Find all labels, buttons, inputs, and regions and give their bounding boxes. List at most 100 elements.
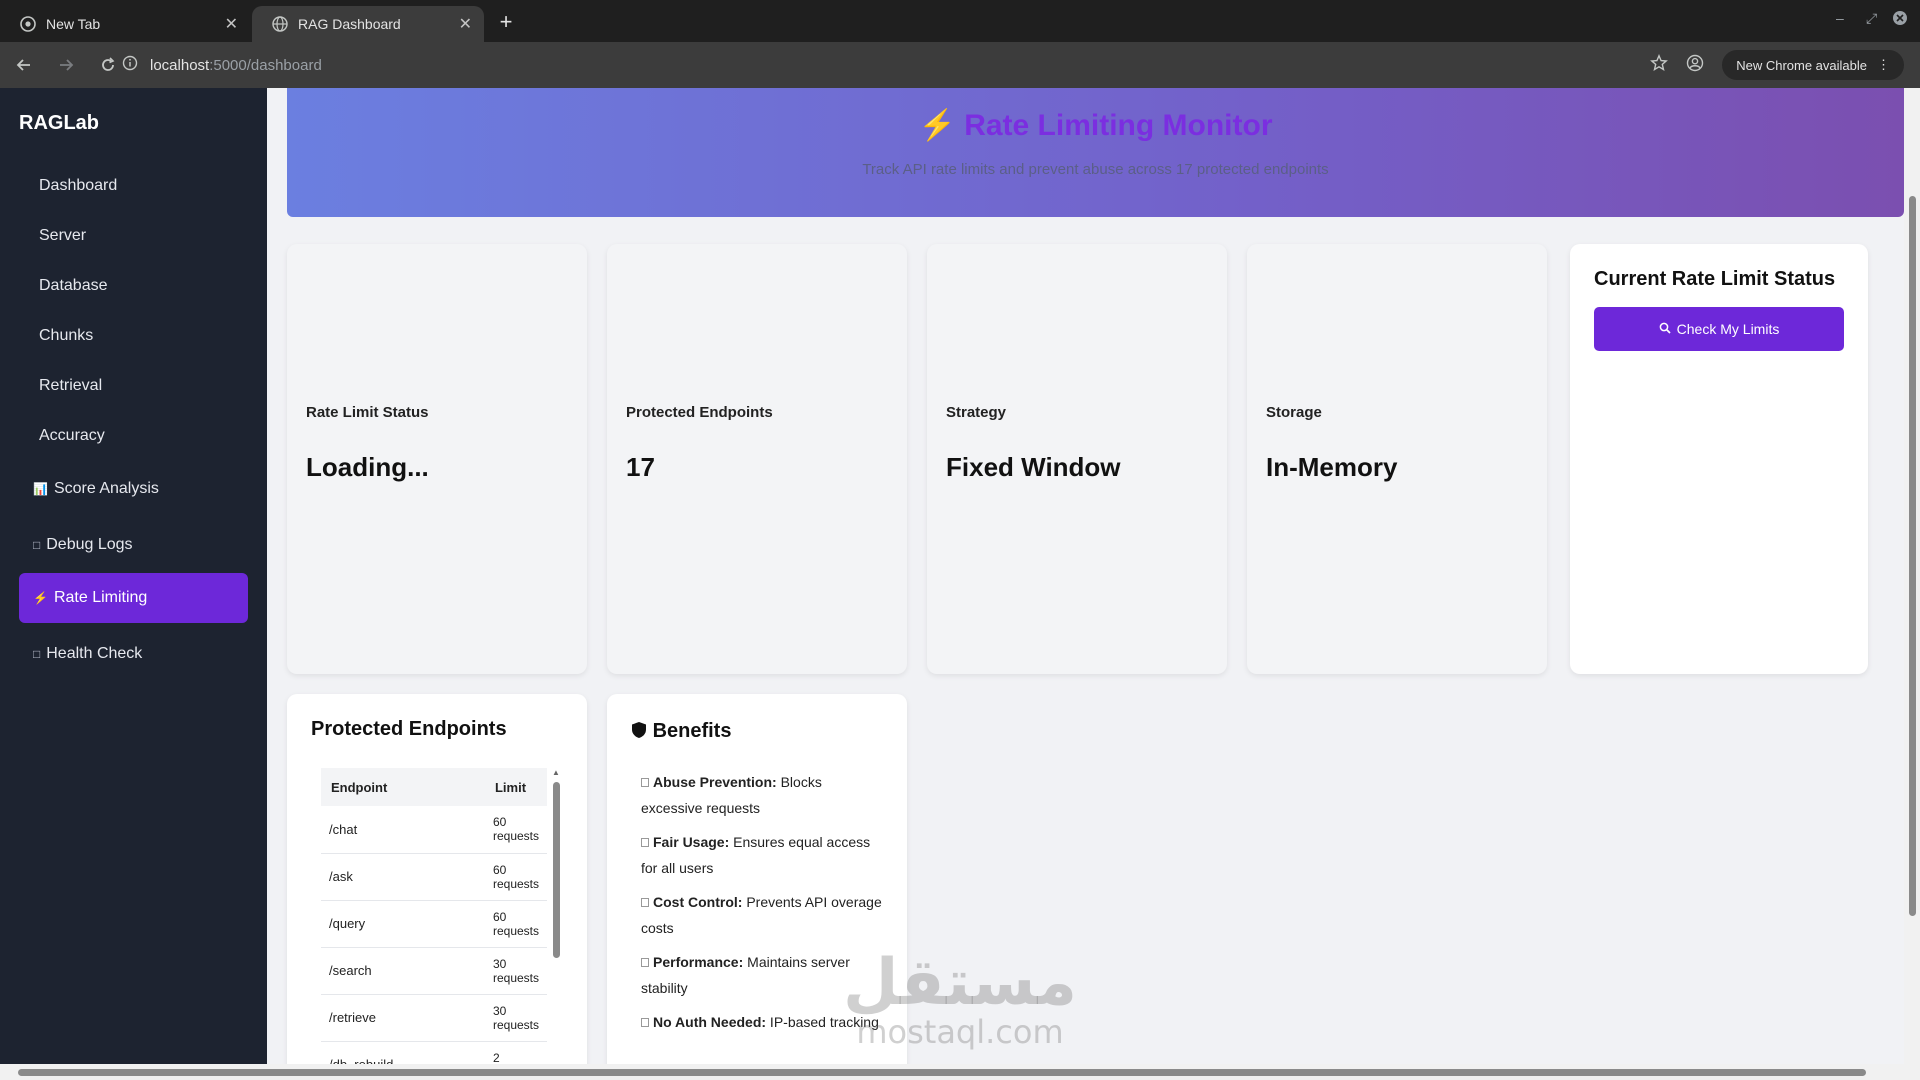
limit-unit: requests — [492, 829, 539, 844]
tab-title: RAG Dashboard — [298, 16, 401, 32]
stat-value: Fixed Window — [946, 452, 1121, 482]
endpoint-cell: /search — [321, 947, 485, 995]
check-my-limits-button[interactable]: Check My Limits — [1594, 307, 1844, 351]
sidebar-item-label: Chunks — [39, 327, 94, 344]
sidebar-item-dashboard[interactable]: Dashboard — [19, 161, 248, 211]
scrollbar-thumb[interactable] — [553, 782, 560, 958]
stat-label: Protected Endpoints — [626, 404, 773, 421]
stat-label: Storage — [1266, 404, 1322, 421]
table-row: /chat 60 requests — [321, 806, 547, 854]
checkbox-glyph-icon — [641, 838, 649, 847]
tab-title: New Tab — [46, 16, 101, 32]
current-status-card: Current Rate Limit Status Check My Limit… — [1570, 244, 1868, 674]
new-tab-button[interactable]: + — [492, 8, 520, 36]
limit-number: 30 — [492, 956, 507, 971]
sidebar-item-label: Score Analysis — [53, 480, 159, 497]
column-header-limit: Limit — [484, 768, 547, 806]
debug-logs-icon: □ — [33, 538, 41, 552]
sidebar-item-retrieval[interactable]: Retrieval — [19, 361, 248, 411]
list-item: Fair Usage: Ensures equal access for all… — [641, 829, 883, 881]
sidebar-item-label: Database — [39, 277, 108, 294]
benefit-title: No Auth Needed: — [653, 1014, 767, 1030]
table-header-row: Endpoint Limit — [321, 768, 547, 806]
limit-cell: 30 requests — [484, 994, 547, 1042]
forward-icon[interactable] — [48, 47, 84, 83]
page-vertical-scrollbar[interactable] — [1904, 88, 1920, 1064]
close-tab-icon[interactable]: ✕ — [459, 14, 472, 34]
endpoint-cell: /query — [321, 900, 485, 948]
minimize-icon[interactable]: – — [1836, 10, 1844, 26]
restore-icon[interactable]: ⤢ — [1866, 10, 1877, 27]
limit-cell: 30 requests — [484, 947, 547, 995]
sidebar-item-label: Accuracy — [39, 427, 105, 444]
sidebar-item-debug-logs[interactable]: □ Debug Logs — [19, 517, 248, 573]
list-item: Abuse Prevention: Blocks excessive reque… — [641, 769, 883, 821]
stat-value: In-Memory — [1266, 452, 1398, 482]
benefit-title: Abuse Prevention: — [653, 774, 777, 790]
limit-unit: requests — [492, 1017, 539, 1032]
sidebar-item-score-analysis[interactable]: 📊 Score Analysis — [19, 461, 248, 517]
scrollbar-thumb[interactable] — [18, 1069, 1866, 1076]
chrome-icon — [20, 16, 36, 32]
table-row: /search 30 requests — [321, 947, 547, 995]
sidebar-item-accuracy[interactable]: Accuracy — [19, 411, 248, 461]
lightning-icon: ⚡ — [33, 591, 48, 605]
stat-card-strategy: Strategy Fixed Window — [927, 244, 1227, 674]
bar-chart-icon: 📊 — [33, 482, 48, 496]
sidebar-item-label: Dashboard — [39, 177, 118, 194]
endpoints-table-container[interactable]: Endpoint Limit /chat 60 requests /ask 60 req… — [321, 768, 547, 1080]
new-chrome-available-button[interactable]: New Chrome available ⋮ — [1722, 50, 1904, 80]
endpoints-scrollbar[interactable]: ▲ — [551, 768, 561, 1080]
limit-number: 60 — [492, 815, 507, 830]
scrollbar-thumb[interactable] — [1909, 196, 1916, 916]
brand-logo-text: RAGLab — [19, 112, 99, 134]
list-item: Cost Control: Prevents API overage costs — [641, 889, 883, 941]
stat-card-rate-limit-status: Rate Limit Status Loading... — [287, 244, 587, 674]
benefit-title: Cost Control: — [653, 894, 743, 910]
table-row: /query 60 requests — [321, 900, 547, 948]
stat-label: Rate Limit Status — [306, 404, 429, 421]
checkbox-glyph-icon — [641, 898, 649, 907]
sidebar-item-chunks[interactable]: Chunks — [19, 311, 248, 361]
sidebar-item-database[interactable]: Database — [19, 261, 248, 311]
limit-unit: requests — [492, 970, 539, 985]
table-row: /ask 60 requests — [321, 853, 547, 901]
endpoints-table: Endpoint Limit /chat 60 requests /ask 60 req… — [321, 768, 547, 1080]
page-viewport: RAGLab Dashboard Server Database Chunks … — [0, 88, 1920, 1080]
watermark-latin: mostaql.com — [856, 1013, 1064, 1051]
limit-number: 30 — [492, 1003, 507, 1018]
browser-toolbar: localhost:5000/dashboard New Chrome avai… — [0, 42, 1920, 88]
endpoint-cell: /ask — [321, 853, 485, 901]
page-title: ⚡ Rate Limiting Monitor — [918, 109, 1273, 142]
kebab-menu-icon[interactable]: ⋮ — [1877, 57, 1890, 73]
toolbar-right-group: New Chrome available ⋮ — [1650, 50, 1904, 80]
endpoint-cell: /chat — [321, 806, 485, 854]
sidebar-item-rate-limiting[interactable]: ⚡ Rate Limiting — [19, 573, 248, 623]
sidebar-nav: Dashboard Server Database Chunks Retriev… — [19, 161, 248, 679]
url-path: :5000/dashboard — [209, 56, 322, 74]
page-horizontal-scrollbar[interactable] — [0, 1064, 1920, 1080]
close-tab-icon[interactable]: ✕ — [225, 14, 238, 34]
address-bar[interactable]: localhost:5000/dashboard — [122, 48, 1682, 82]
browser-tab-new-tab[interactable]: New Tab ✕ — [0, 6, 250, 42]
site-info-icon[interactable] — [122, 55, 138, 75]
scroll-up-arrow-icon[interactable]: ▲ — [552, 768, 560, 777]
stat-card-protected-endpoints: Protected Endpoints 17 — [607, 244, 907, 674]
stat-card-storage: Storage In-Memory — [1247, 244, 1547, 674]
sidebar-item-server[interactable]: Server — [19, 211, 248, 261]
limit-number: 60 — [492, 862, 507, 877]
sidebar-item-health-check[interactable]: □ Health Check — [19, 629, 248, 679]
update-label: New Chrome available — [1736, 57, 1867, 73]
table-row: /retrieve 30 requests — [321, 994, 547, 1042]
bookmark-star-icon[interactable] — [1650, 53, 1669, 77]
limit-unit: requests — [492, 876, 539, 891]
column-header-endpoint: Endpoint — [321, 768, 485, 806]
profile-icon[interactable] — [1686, 54, 1704, 77]
health-check-icon: □ — [33, 647, 41, 661]
back-icon[interactable] — [6, 47, 42, 83]
reload-icon[interactable] — [90, 47, 126, 83]
close-window-icon[interactable] — [1892, 10, 1908, 29]
sidebar-item-label: Health Check — [46, 645, 143, 662]
checkbox-glyph-icon — [641, 958, 649, 967]
browser-tab-rag-dashboard[interactable]: RAG Dashboard ✕ — [252, 6, 484, 42]
